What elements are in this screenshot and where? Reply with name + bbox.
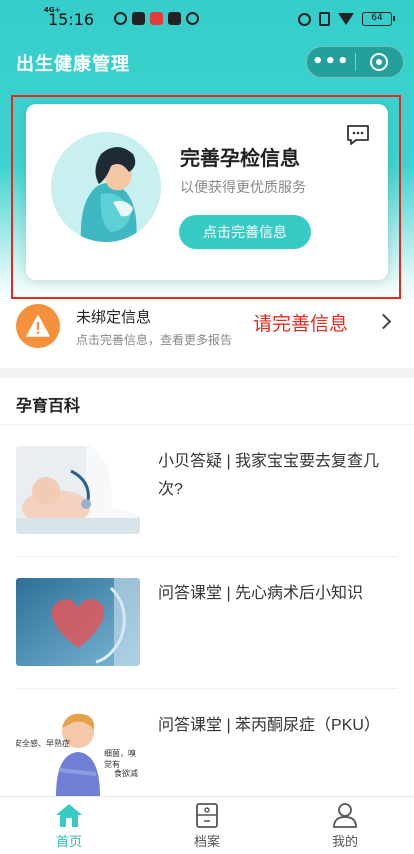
qq-icon (186, 12, 199, 25)
annotation-text: 请完善信息 (253, 314, 349, 335)
article-title: 问答课堂 | 苯丙酮尿症（PKU） (158, 717, 380, 734)
app-notification-icon (150, 12, 163, 25)
article-item[interactable]: 安全感、早熟症 细菌，嗅觉有 食欲减 问答课堂 | 苯丙酮尿症（PKU） (0, 710, 414, 796)
home-icon (56, 804, 82, 827)
notification-icon-1 (114, 12, 127, 25)
thumbnail-caption-right-2: 食欲减 (114, 769, 138, 778)
tab-records[interactable]: 档案 (138, 797, 276, 854)
article-item[interactable]: 问答课堂 | 先心病术后小知识 (0, 578, 414, 666)
page-title: 出生健康管理 (16, 54, 130, 74)
heart-stethoscope-thumbnail (16, 578, 140, 666)
file-cabinet-icon (196, 803, 218, 828)
tab-home[interactable]: 首页 (0, 797, 138, 854)
tab-profile[interactable]: 我的 (276, 797, 414, 854)
section-divider (0, 368, 414, 378)
section-underline (0, 424, 414, 425)
mail-icon (168, 12, 181, 25)
system-icons: 64 (298, 12, 395, 26)
vibrate-icon (319, 12, 330, 26)
target-icon (370, 53, 389, 71)
wifi-icon (338, 13, 354, 25)
article-title: 问答课堂 | 先心病术后小知识 (158, 585, 364, 602)
person-icon (333, 803, 357, 828)
article-title: 小贝答疑 | 我家宝宝要去复查几次? (158, 453, 380, 498)
warning-icon (16, 304, 60, 348)
thumbnail-caption-left: 安全感、早熟症 (16, 739, 70, 748)
unbound-info-row[interactable]: 未绑定信息 点击完善信息，查看更多报告 请完善信息 (0, 300, 414, 352)
status-bar: 4G+ 15:16 64 (0, 0, 414, 40)
tab-label-profile: 我的 (331, 834, 358, 849)
bottom-tab-bar: 首页 档案 我的 (0, 796, 414, 854)
miniprogram-capsule: ••• (306, 46, 404, 78)
section-title: 孕育百科 (16, 398, 81, 415)
tab-label-records: 档案 (193, 834, 220, 849)
cloud-icon (132, 12, 145, 25)
thumbnail-caption-right: 细菌，嗅觉有 (104, 749, 136, 769)
notice-description: 点击完善信息，查看更多报告 (76, 333, 233, 347)
chevron-right-icon (375, 313, 392, 330)
battery-icon: 64 (362, 12, 395, 26)
article-item[interactable]: 小贝答疑 | 我家宝宝要去复查几次? (0, 446, 414, 534)
article-divider (16, 556, 398, 557)
more-button[interactable]: ••• (307, 46, 355, 78)
notification-icons (114, 12, 199, 25)
status-time: 15:16 (48, 10, 95, 29)
close-miniprogram-button[interactable] (355, 53, 403, 71)
notice-title: 未绑定信息 (76, 309, 152, 326)
baby-checkup-thumbnail (16, 446, 140, 534)
article-divider (16, 688, 398, 689)
tab-label-home: 首页 (55, 834, 82, 849)
alarm-icon (298, 12, 311, 26)
pku-illustration-thumbnail: 安全感、早熟症 细菌，嗅觉有 食欲减 (16, 710, 140, 796)
annotation-highlight-box (11, 95, 401, 299)
